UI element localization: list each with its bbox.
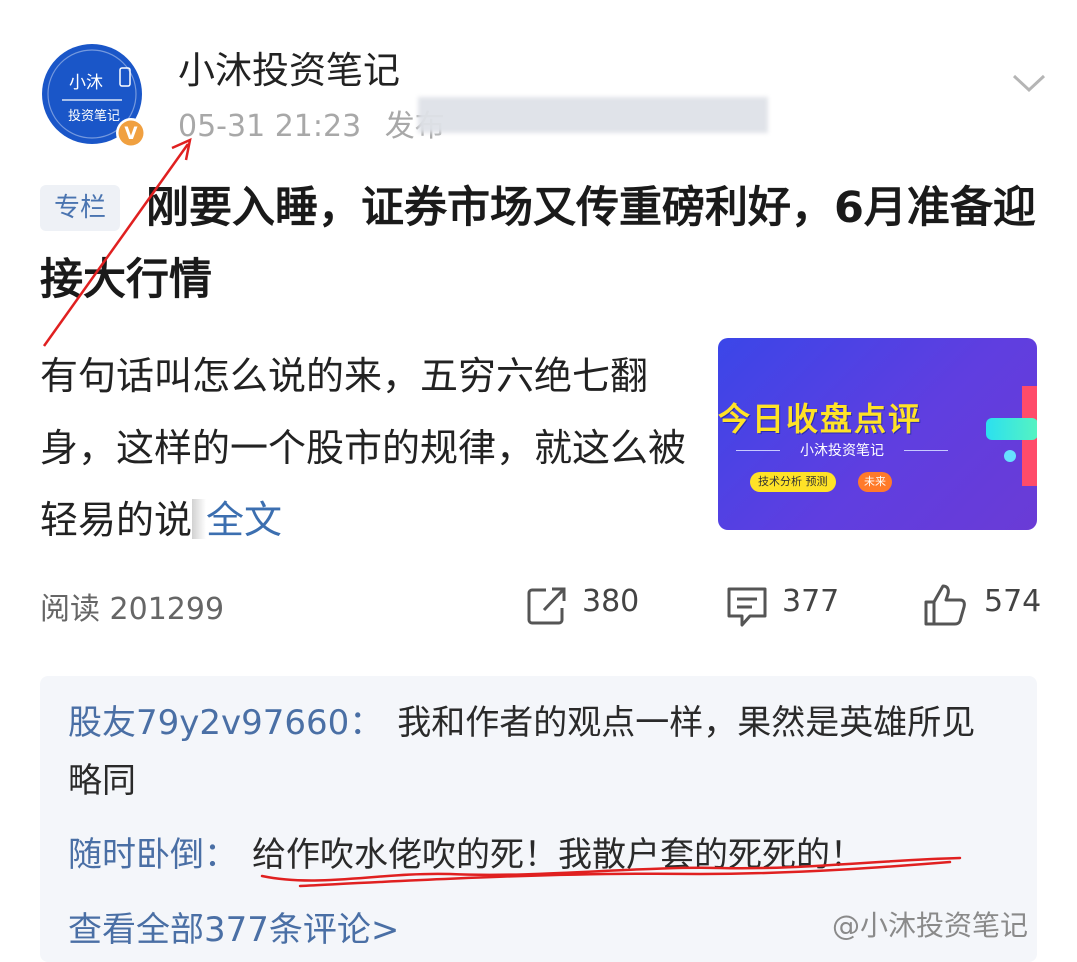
- post-title-block[interactable]: 专栏 刚要入睡，证券市场又传重磅利好，6月准备迎接大行情: [40, 172, 1040, 316]
- column-tag: 专栏: [40, 185, 121, 231]
- comment-count: 377: [782, 584, 840, 619]
- thumbnail-subtitle: 小沐投资笔记: [800, 443, 884, 459]
- text-fade: [192, 499, 207, 539]
- thumbs-up-icon: [924, 584, 966, 626]
- post-title: 刚要入睡，证券市场又传重磅利好，6月准备迎接大行情: [40, 183, 1036, 305]
- post-summary-block[interactable]: 有句话叫怎么说的来，五穷六绝七翻身，这样的一个股市的规律，就这么被轻易的说 全文: [40, 340, 690, 556]
- thumbnail-decor-pill: [986, 418, 1037, 440]
- comment-item[interactable]: 随时卧倒： 给作吹水佬吹的死！我散户套的死死的！: [68, 826, 1008, 884]
- comment-item[interactable]: 股友79y2v97660： 我和作者的观点一样，果然是英雄所见略同: [68, 694, 1008, 810]
- comment-button[interactable]: 377: [724, 584, 844, 630]
- view-all-comments-link[interactable]: 查看全部377条评论>: [68, 902, 399, 951]
- post-thumbnail[interactable]: 今日收盘点评 小沐投资笔记 技术分析 预测 未来: [718, 338, 1037, 530]
- comment-user[interactable]: 股友79y2v97660：: [68, 703, 383, 743]
- chevron-down-icon[interactable]: [1012, 70, 1046, 96]
- comment-text: 给作吹水佬吹的死！我散户套的死死的！: [252, 835, 864, 875]
- avatar-image: 小沐 投资笔记 V: [42, 44, 146, 148]
- thumbnail-chip: 技术分析 预测: [750, 472, 836, 492]
- thumbnail-decor-dot: [1004, 450, 1016, 462]
- read-value: 201299: [109, 592, 225, 627]
- like-button[interactable]: 574: [922, 582, 1042, 628]
- post-timestamp: 05-31 21:23: [178, 109, 362, 144]
- verified-badge: V: [124, 124, 138, 144]
- post-summary: 有句话叫怎么说的来，五穷六绝七翻身，这样的一个股市的规律，就这么被轻易的说: [40, 354, 687, 542]
- like-count: 574: [984, 584, 1042, 619]
- comment-user[interactable]: 随时卧倒：: [68, 835, 238, 875]
- avatar-text-top: 小沐: [69, 73, 103, 93]
- watermark: @小沐投资笔记: [832, 909, 1029, 942]
- author-name[interactable]: 小沐投资笔记: [178, 40, 400, 94]
- share-count: 380: [582, 584, 640, 619]
- thumbnail-chip-accent: 未来: [858, 472, 892, 492]
- share-icon: [527, 587, 566, 625]
- post-meta: 05-31 21:23 发布: [178, 101, 445, 145]
- comment-icon: [727, 587, 767, 627]
- read-count: 阅读 201299: [40, 584, 224, 628]
- share-button[interactable]: 380: [524, 584, 644, 628]
- thumbnail-headline: 今日收盘点评: [718, 400, 923, 438]
- author-avatar[interactable]: 小沐 投资笔记 V: [40, 42, 148, 150]
- avatar-text-bottom: 投资笔记: [68, 108, 120, 124]
- read-more-link[interactable]: 全文: [206, 498, 282, 542]
- read-label: 阅读: [40, 592, 100, 627]
- redacted-region: [418, 97, 768, 133]
